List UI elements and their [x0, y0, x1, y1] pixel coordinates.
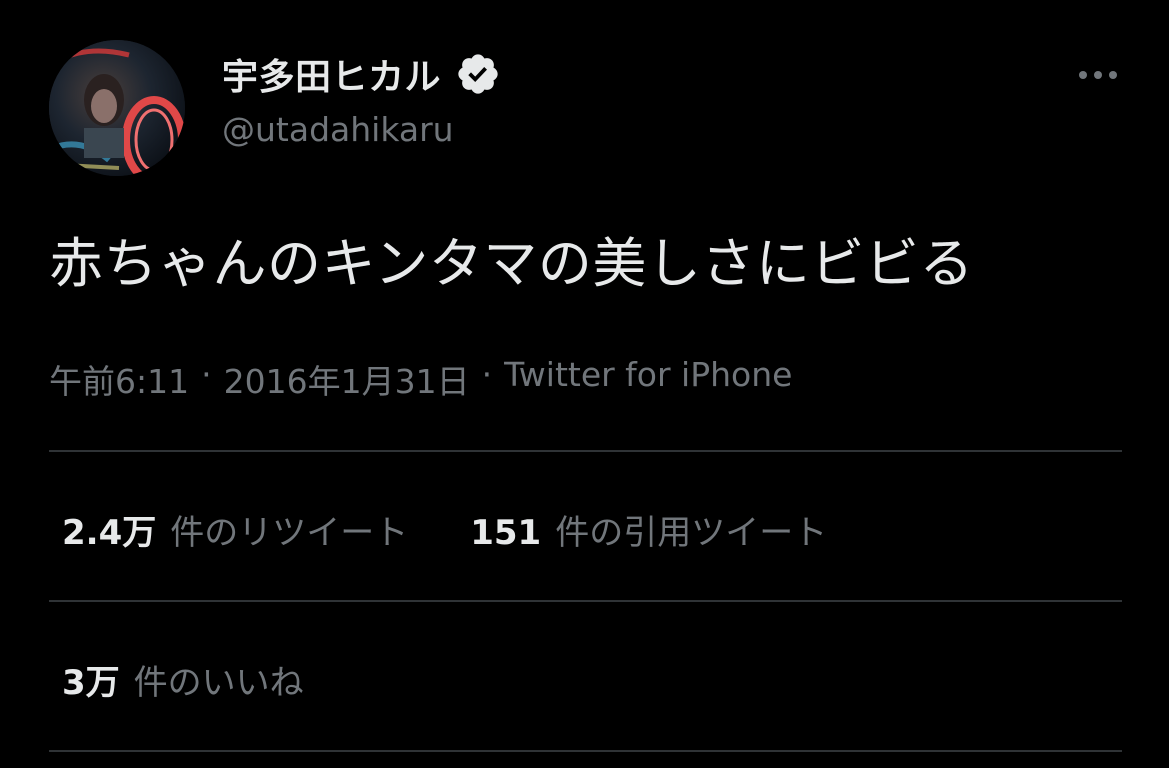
more-dot — [1079, 71, 1087, 79]
tweet-time[interactable]: 午前6:11 — [49, 355, 189, 403]
divider — [49, 450, 1122, 452]
tweet-text: 赤ちゃんのキンタマの美しさにビビる — [49, 232, 974, 295]
tweet-detail: 宇多田ヒカル @utadahikaru 赤ちゃんのキンタマの美しさにビビる 午前… — [0, 0, 1169, 768]
display-name-row: 宇多田ヒカル — [222, 51, 501, 98]
stats-row-likes: 3万 件のいいね — [62, 655, 304, 704]
retweets-stat[interactable]: 2.4万 件のリツイート — [62, 505, 408, 554]
more-dot — [1109, 71, 1117, 79]
tweet-source[interactable]: Twitter for iPhone — [504, 355, 792, 403]
meta-separator: · — [201, 355, 212, 394]
display-name[interactable]: 宇多田ヒカル — [222, 48, 441, 100]
stats-row-retweets: 2.4万 件のリツイート 151 件の引用ツイート — [62, 505, 827, 554]
likes-label: 件のいいね — [133, 663, 304, 703]
tweet-meta: 午前6:11 · 2016年1月31日 · Twitter for iPhone — [49, 355, 792, 403]
tweet-date[interactable]: 2016年1月31日 — [224, 355, 470, 403]
quotes-label: 件の引用ツイート — [555, 513, 828, 553]
meta-separator: · — [481, 355, 493, 394]
more-dot — [1094, 71, 1102, 79]
quotes-stat[interactable]: 151 件の引用ツイート — [470, 505, 827, 554]
avatar-image — [49, 40, 185, 176]
more-horizontal-icon[interactable] — [1074, 58, 1122, 92]
divider — [49, 600, 1122, 602]
divider — [49, 750, 1122, 752]
likes-count: 3万 — [62, 663, 120, 703]
retweets-label: 件のリツイート — [170, 513, 409, 553]
retweets-count: 2.4万 — [62, 513, 157, 553]
user-handle[interactable]: @utadahikaru — [222, 110, 454, 149]
verified-badge-icon — [455, 51, 501, 97]
avatar[interactable] — [49, 40, 185, 176]
quotes-count: 151 — [470, 513, 542, 553]
likes-stat[interactable]: 3万 件のいいね — [62, 655, 304, 704]
